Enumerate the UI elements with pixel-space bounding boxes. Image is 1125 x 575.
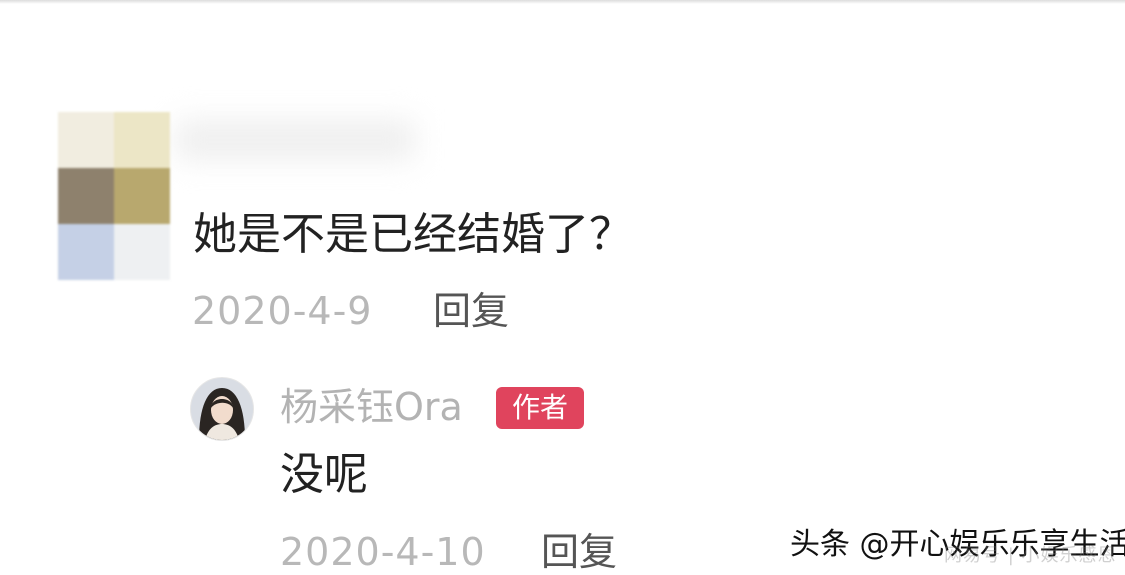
reply-text: 没呢: [280, 449, 368, 500]
avatar-mosaic-tile: [114, 112, 170, 168]
reply-button[interactable]: 回复: [541, 529, 617, 575]
comment-date: 2020-4-9: [192, 289, 373, 333]
avatar-mosaic-tile: [114, 224, 170, 280]
avatar-mosaic-tile: [58, 224, 114, 280]
avatar-mosaic-tile: [114, 168, 170, 224]
avatar-mosaic-tile: [58, 112, 114, 168]
author-avatar[interactable]: [190, 377, 254, 441]
avatar-mosaic-tile: [58, 168, 114, 224]
top-divider: [0, 0, 1125, 4]
author-avatar-image: [191, 378, 253, 440]
comment-text: 她是不是已经结婚了？: [193, 209, 633, 260]
author-badge: 作者: [496, 387, 584, 429]
watermark-subtext: 网易号 | 小娱乐感恩: [944, 545, 1117, 566]
author-name[interactable]: 杨采钰Ora: [280, 384, 463, 430]
reply-button[interactable]: 回复: [433, 288, 509, 334]
reply-date: 2020-4-10: [280, 530, 486, 574]
commenter-avatar[interactable]: [58, 112, 170, 280]
